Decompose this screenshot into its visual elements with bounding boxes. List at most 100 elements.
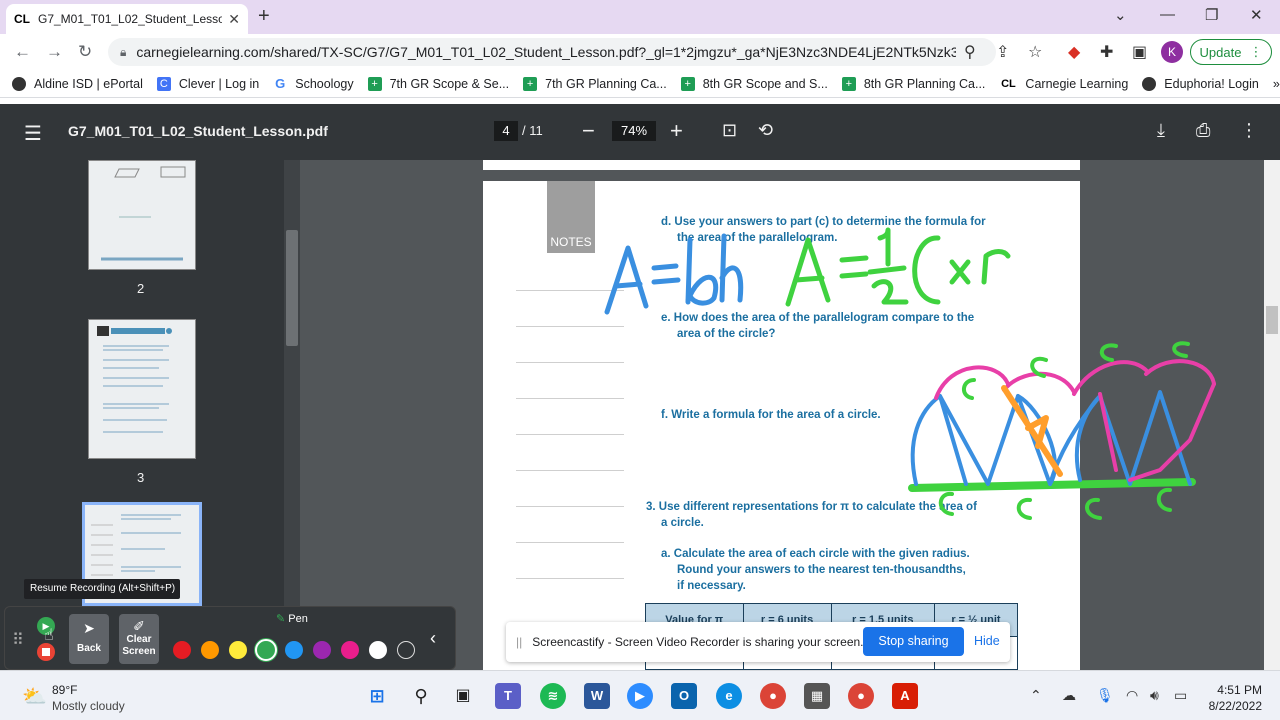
microphone-icon[interactable]: 🎙︎ <box>1096 687 1114 704</box>
task-view-icon[interactable]: ▣ <box>450 683 476 709</box>
tab-search-icon[interactable]: ⌄ <box>1114 6 1127 24</box>
restore-button[interactable]: ❐ <box>1205 6 1218 24</box>
bookmark-eduphoria[interactable]: Eduphoria! Login <box>1142 76 1259 91</box>
browser-tab[interactable]: CL G7_M01_T01_L02_Student_Lesso ✕ <box>6 4 248 34</box>
main-scrollbar[interactable] <box>1264 160 1280 670</box>
url-text: carnegielearning.com/shared/TX-SC/G7/G7_… <box>136 44 957 60</box>
windows-start-icon[interactable]: ⊞ <box>364 683 390 709</box>
collapse-chevron-icon[interactable]: ‹ <box>430 628 436 649</box>
page-thumbnail-2[interactable] <box>88 160 196 270</box>
acrobat-icon[interactable]: A <box>892 683 918 709</box>
teams-icon[interactable]: T <box>495 683 521 709</box>
new-tab-button[interactable]: + <box>258 5 270 28</box>
print-icon[interactable]: ⎙ <box>1196 120 1210 141</box>
thumbnail-content <box>97 326 172 433</box>
page-number-input[interactable]: 4 <box>494 121 518 141</box>
notes-tab: NOTES <box>547 181 595 253</box>
color-red[interactable] <box>173 641 191 659</box>
bookmark-schoology[interactable]: G Schoology <box>273 76 353 91</box>
drag-handle-icon[interactable]: ⠿ <box>12 630 24 650</box>
bookmark-8th-planning[interactable]: +8th GR Planning Ca... <box>841 76 985 91</box>
wifi-icon[interactable]: ◠ <box>1126 687 1138 704</box>
reload-icon[interactable]: ↻ <box>78 42 92 62</box>
page-thumbnail-3[interactable] <box>88 319 196 459</box>
color-purple[interactable] <box>313 641 331 659</box>
side-panel-icon[interactable]: ▣ <box>1132 42 1147 62</box>
zoom-input[interactable]: 74% <box>612 121 656 141</box>
update-button[interactable]: Update ⋮ <box>1190 39 1272 65</box>
rotate-icon[interactable]: ⟲ <box>758 120 773 141</box>
share-icon[interactable]: ⇪ <box>996 42 1009 62</box>
menu-icon[interactable]: ☰ <box>24 121 42 146</box>
forward-arrow-icon[interactable]: → <box>46 42 63 62</box>
clock-date[interactable]: 8/22/2022 <box>1200 699 1262 713</box>
battery-icon[interactable]: ▭ <box>1174 687 1187 704</box>
download-icon[interactable]: ⤓ <box>1157 120 1165 141</box>
bookmark-7th-planning[interactable]: +7th GR Planning Ca... <box>523 76 667 91</box>
puzzle-icon[interactable]: ✚ <box>1100 42 1113 62</box>
hide-button[interactable]: Hide <box>974 634 1000 648</box>
volume-icon[interactable]: 🔊︎ <box>1150 687 1159 704</box>
stop-recording-button[interactable] <box>37 643 55 661</box>
color-pink[interactable] <box>341 641 359 659</box>
thumbnail-number: 3 <box>137 470 145 485</box>
bookmark-clever[interactable]: C Clever | Log in <box>156 76 259 91</box>
back-button[interactable]: ➤ Back <box>69 614 109 664</box>
fit-page-icon[interactable]: ⊡ <box>722 120 737 141</box>
color-white[interactable] <box>369 641 387 659</box>
zoom-icon[interactable]: ▶ <box>627 683 653 709</box>
bookmark-carnegie[interactable]: CL Carnegie Learning <box>999 77 1128 91</box>
close-tab-icon[interactable]: ✕ <box>228 11 240 28</box>
share-message: Screencastify - Screen Video Recorder is… <box>532 635 864 649</box>
outlook-icon[interactable]: O <box>671 683 697 709</box>
minimize-button[interactable]: — <box>1160 6 1175 23</box>
profile-avatar[interactable]: K <box>1161 41 1183 63</box>
more-options-icon[interactable]: ⋮ <box>1240 120 1258 141</box>
address-bar[interactable]: 🔒︎ carnegielearning.com/shared/TX-SC/G7/… <box>108 38 996 66</box>
clock-time[interactable]: 4:51 PM <box>1210 683 1262 697</box>
note-line <box>516 398 624 399</box>
carnegie-favicon-icon: CL <box>14 12 30 26</box>
back-arrow-icon[interactable]: ← <box>14 42 31 62</box>
search-taskbar-icon[interactable]: ⚲ <box>408 683 434 709</box>
onedrive-cloud-icon[interactable]: ☁ <box>1062 687 1076 704</box>
extension-icon[interactable]: ◆ <box>1068 42 1080 62</box>
color-green-selected[interactable] <box>255 639 277 661</box>
question-e-line2: area of the circle? <box>677 328 776 340</box>
main-scroll-thumb[interactable] <box>1266 306 1278 334</box>
bookmark-7th-scope[interactable]: +7th GR Scope & Se... <box>367 76 509 91</box>
bookmarks-overflow-button[interactable]: » <box>1273 77 1280 91</box>
calculator-icon[interactable]: ▦ <box>804 683 830 709</box>
edge-icon[interactable]: e <box>716 683 742 709</box>
question-f: f. Write a formula for the area of a cir… <box>661 409 881 421</box>
question-a-line2: Round your answers to the nearest ten-th… <box>677 564 966 576</box>
chrome-icon[interactable]: ● <box>760 683 786 709</box>
weather-temperature[interactable]: 89°F <box>52 683 77 697</box>
spotify-icon[interactable]: ≋ <box>540 683 566 709</box>
grip-icon[interactable]: || <box>516 635 522 649</box>
cl-icon: CL <box>1001 77 1016 90</box>
bookmark-star-icon[interactable]: ☆ <box>1028 42 1042 62</box>
chrome-profile-icon[interactable]: ● <box>848 683 874 709</box>
color-blue[interactable] <box>285 641 303 659</box>
bookmark-aldine[interactable]: Aldine ISD | ePortal <box>12 76 143 91</box>
note-line <box>516 362 624 363</box>
color-orange[interactable] <box>201 641 219 659</box>
zoom-in-button[interactable]: + <box>670 118 683 144</box>
color-yellow[interactable] <box>229 641 247 659</box>
word-icon[interactable]: W <box>584 683 610 709</box>
question-a-line3: if necessary. <box>677 580 746 592</box>
weather-description[interactable]: Mostly cloudy <box>52 699 125 713</box>
clear-screen-button[interactable]: ✐ Clear Screen <box>119 614 159 664</box>
show-hidden-icons-chevron-icon[interactable]: ⌃ <box>1030 687 1042 704</box>
search-icon[interactable]: ⚲ <box>964 42 976 62</box>
stop-sharing-button[interactable]: Stop sharing <box>863 627 964 656</box>
bookmark-8th-scope[interactable]: +8th GR Scope and S... <box>680 76 828 91</box>
sidebar-scroll-thumb[interactable] <box>286 230 298 346</box>
weather-cloud-sun-icon[interactable]: ⛅ <box>22 684 47 709</box>
resume-tooltip: Resume Recording (Alt+Shift+P) <box>24 579 180 599</box>
close-window-button[interactable]: ✕ <box>1250 6 1263 24</box>
zoom-out-button[interactable]: − <box>582 118 595 144</box>
color-transparent[interactable] <box>397 641 415 659</box>
pen-label-text: Pen <box>288 613 308 625</box>
